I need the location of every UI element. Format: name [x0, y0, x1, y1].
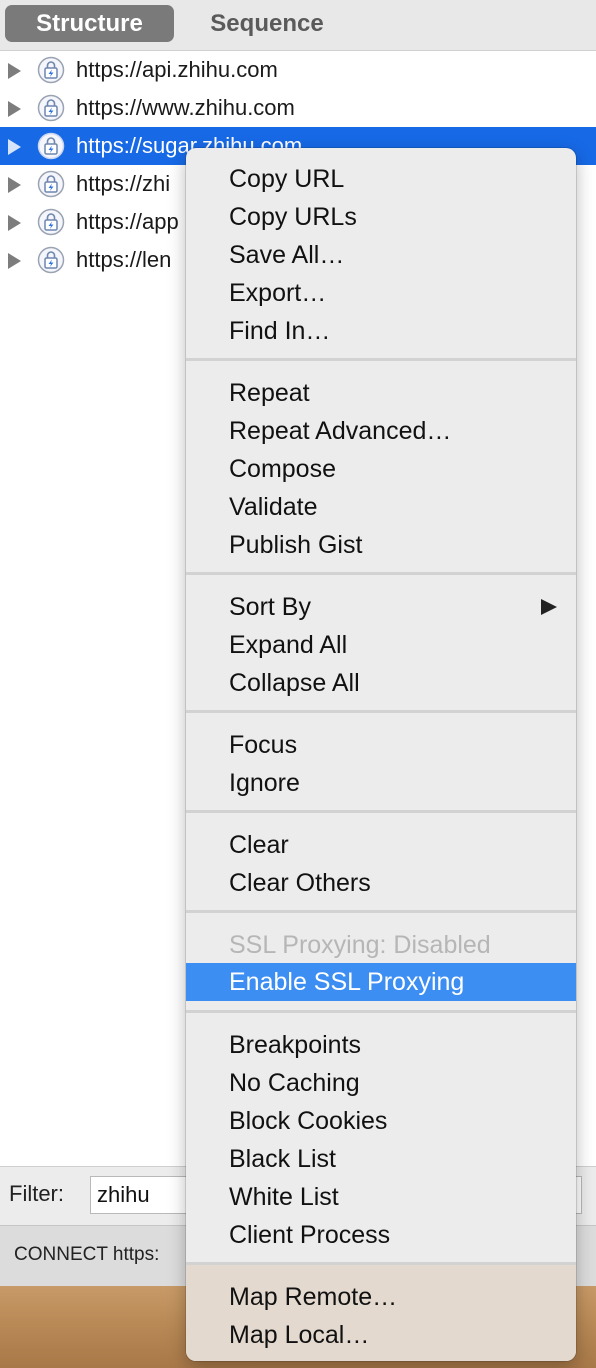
menu-separator: [186, 710, 576, 713]
filter-label: Filter:: [9, 1181, 64, 1206]
host-url: https://app: [76, 209, 179, 234]
ssl-lock-icon: [37, 94, 65, 122]
ssl-lock-icon: [37, 208, 65, 236]
menu-item-block-cookies[interactable]: Block Cookies: [186, 1102, 576, 1140]
menu-item-map-remote[interactable]: Map Remote…: [186, 1278, 576, 1316]
menu-item-white-list[interactable]: White List: [186, 1178, 576, 1216]
ssl-lock-icon: [37, 56, 65, 84]
view-tab-bar: Structure Sequence: [0, 0, 596, 51]
disclosure-triangle-icon[interactable]: [8, 215, 21, 231]
host-url: https://len: [76, 247, 172, 272]
menu-item-sort-by[interactable]: Sort By: [186, 588, 576, 626]
tree-row[interactable]: https://api.zhihu.com: [0, 51, 596, 89]
menu-item-copy-urls[interactable]: Copy URLs: [186, 198, 576, 236]
menu-item-expand-all[interactable]: Expand All: [186, 626, 576, 664]
menu-item-save-all[interactable]: Save All…: [186, 236, 576, 274]
menu-separator: [186, 1010, 576, 1013]
menu-item-enable-ssl-proxying[interactable]: Enable SSL Proxying: [186, 963, 576, 1001]
status-text: CONNECT https:: [14, 1244, 160, 1265]
menu-separator: [186, 1262, 576, 1265]
menu-item-collapse-all[interactable]: Collapse All: [186, 664, 576, 702]
menu-item-ignore[interactable]: Ignore: [186, 764, 576, 802]
disclosure-triangle-icon[interactable]: [8, 177, 21, 193]
menu-separator: [186, 572, 576, 575]
menu-item-copy-url[interactable]: Copy URL: [186, 160, 576, 198]
menu-item-export[interactable]: Export…: [186, 274, 576, 312]
submenu-arrow-icon: [541, 599, 557, 615]
menu-item-find-in[interactable]: Find In…: [186, 312, 576, 350]
menu-separator: [186, 810, 576, 813]
menu-item-clear-others[interactable]: Clear Others: [186, 864, 576, 902]
disclosure-triangle-icon[interactable]: [8, 63, 21, 79]
host-url: https://zhi: [76, 171, 171, 196]
menu-separator: [186, 358, 576, 361]
menu-item-no-caching[interactable]: No Caching: [186, 1064, 576, 1102]
menu-item-black-list[interactable]: Black List: [186, 1140, 576, 1178]
menu-item-client-process[interactable]: Client Process: [186, 1216, 576, 1254]
tree-row[interactable]: https://www.zhihu.com: [0, 89, 596, 127]
tab-sequence[interactable]: Sequence: [184, 5, 350, 42]
menu-item-repeat[interactable]: Repeat: [186, 374, 576, 412]
menu-item-ssl-status: SSL Proxying: Disabled: [229, 931, 491, 959]
menu-item-compose[interactable]: Compose: [186, 450, 576, 488]
menu-item-sort-by-label: Sort By: [229, 593, 311, 621]
menu-item-repeat-advanced[interactable]: Repeat Advanced…: [186, 412, 576, 450]
context-menu: Copy URL Copy URLs Save All… Export… Fin…: [186, 148, 576, 1361]
ssl-lock-icon: [37, 132, 65, 160]
tab-structure[interactable]: Structure: [5, 5, 174, 42]
host-url: https://www.zhihu.com: [76, 95, 295, 120]
menu-item-map-local[interactable]: Map Local…: [186, 1316, 576, 1354]
menu-item-publish-gist[interactable]: Publish Gist: [186, 526, 576, 564]
menu-separator: [186, 910, 576, 913]
menu-item-focus[interactable]: Focus: [186, 726, 576, 764]
disclosure-triangle-icon[interactable]: [8, 253, 21, 269]
menu-item-breakpoints[interactable]: Breakpoints: [186, 1026, 576, 1064]
host-url: https://api.zhihu.com: [76, 57, 278, 82]
ssl-lock-icon: [37, 170, 65, 198]
menu-item-validate[interactable]: Validate: [186, 488, 576, 526]
disclosure-triangle-icon[interactable]: [8, 139, 21, 155]
ssl-lock-icon: [37, 246, 65, 274]
menu-item-clear[interactable]: Clear: [186, 826, 576, 864]
disclosure-triangle-icon[interactable]: [8, 101, 21, 117]
